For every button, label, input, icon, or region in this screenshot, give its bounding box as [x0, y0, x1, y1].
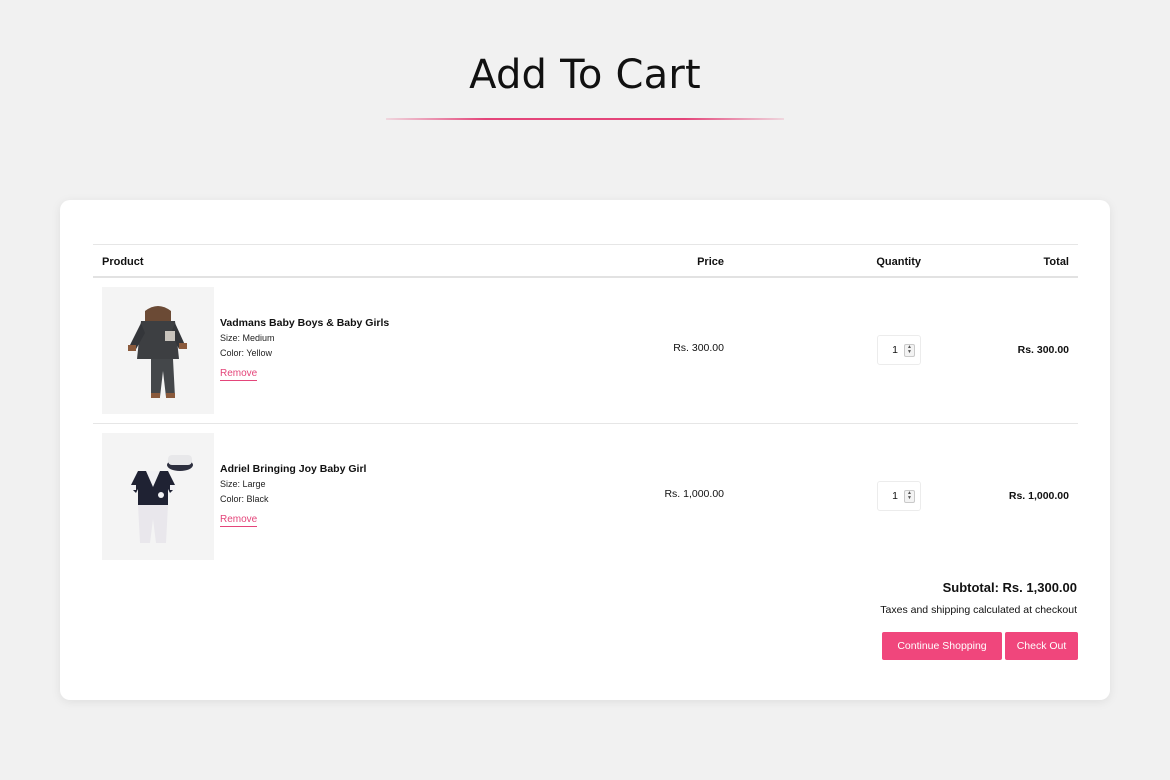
- line-total: Rs. 1,000.00: [1008, 490, 1069, 502]
- cart-table: Product Price Quantity Total Vadmans Bab…: [93, 244, 1078, 570]
- hoodie-set-icon: [128, 305, 187, 398]
- product-image[interactable]: [102, 287, 214, 414]
- quantity-value[interactable]: 1: [892, 490, 898, 502]
- product-info: Adriel Bringing Joy Baby Girl Size: Larg…: [220, 463, 366, 527]
- product-price: Rs. 1,000.00: [664, 488, 724, 500]
- quantity-value[interactable]: 1: [892, 344, 898, 356]
- header-price: Price: [697, 256, 724, 268]
- header-total: Total: [1043, 256, 1069, 268]
- header-quantity: Quantity: [876, 256, 921, 268]
- product-size: Size: Medium: [220, 333, 275, 343]
- product-price: Rs. 300.00: [673, 342, 724, 354]
- chevron-down-icon[interactable]: ▼: [907, 350, 912, 355]
- continue-shopping-button[interactable]: Continue Shopping: [882, 632, 1002, 660]
- product-color: Color: Yellow: [220, 348, 273, 358]
- product-name[interactable]: Vadmans Baby Boys & Baby Girls: [220, 317, 389, 329]
- chevron-down-icon[interactable]: ▼: [907, 496, 912, 501]
- stepper-arrows[interactable]: ▲ ▼: [904, 489, 915, 503]
- header-product: Product: [102, 256, 144, 268]
- product-info: Vadmans Baby Boys & Baby Girls Size: Med…: [220, 317, 389, 381]
- page-title: Add To Cart: [469, 52, 701, 98]
- table-row: Adriel Bringing Joy Baby Girl Size: Larg…: [93, 424, 1078, 570]
- quantity-stepper[interactable]: 1 ▲ ▼: [877, 335, 921, 365]
- line-total: Rs. 300.00: [1017, 344, 1069, 356]
- title-underline: [386, 118, 784, 120]
- quantity-stepper[interactable]: 1 ▲ ▼: [877, 481, 921, 511]
- table-row: Vadmans Baby Boys & Baby Girls Size: Med…: [93, 278, 1078, 424]
- subtotal: Subtotal: Rs. 1,300.00: [942, 580, 1077, 595]
- sailor-romper-icon: [130, 454, 193, 543]
- product-color: Color: Black: [220, 494, 269, 504]
- table-header: Product Price Quantity Total: [93, 244, 1078, 278]
- remove-link[interactable]: Remove: [220, 368, 258, 381]
- remove-link[interactable]: Remove: [220, 514, 258, 527]
- product-size: Size: Large: [220, 479, 266, 489]
- tax-note: Taxes and shipping calculated at checkou…: [880, 604, 1077, 616]
- product-name[interactable]: Adriel Bringing Joy Baby Girl: [220, 463, 366, 475]
- stepper-arrows[interactable]: ▲ ▼: [904, 343, 915, 357]
- cart-card: Product Price Quantity Total Vadmans Bab…: [60, 200, 1110, 700]
- product-image[interactable]: [102, 433, 214, 560]
- checkout-button[interactable]: Check Out: [1005, 632, 1078, 660]
